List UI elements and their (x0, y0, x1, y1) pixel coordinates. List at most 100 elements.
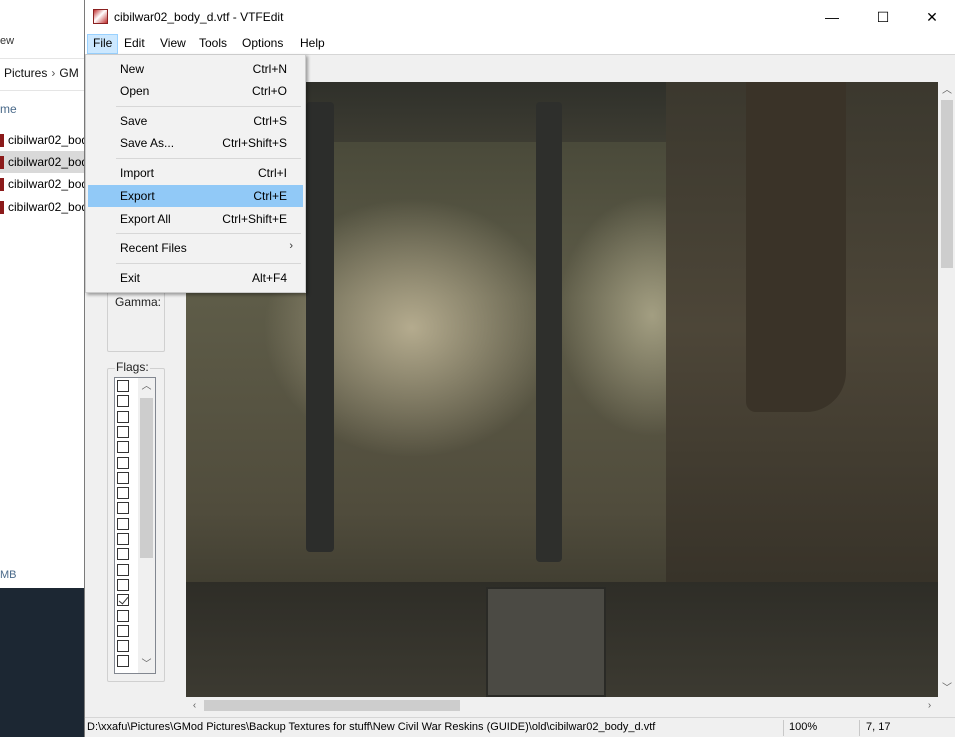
menu-item-shortcut: Ctrl+I (257, 166, 287, 180)
menu-item-export[interactable]: Export Ctrl+E (88, 185, 303, 207)
flag-checkbox[interactable] (117, 548, 129, 561)
menu-item-label: Export All (120, 212, 171, 226)
scroll-right-arrow-icon[interactable]: › (921, 697, 938, 714)
vtfedit-app-icon (93, 9, 108, 24)
explorer-menu-fragment[interactable]: ew (0, 35, 14, 47)
menu-separator (116, 233, 301, 234)
scroll-up-arrow-icon[interactable]: ︿ (138, 378, 155, 395)
menu-item-export-all[interactable]: Export All Ctrl+Shift+E (88, 208, 303, 230)
menu-item-shortcut: Ctrl+S (253, 114, 287, 128)
file-list-item[interactable]: cibilwar02_body (0, 173, 84, 195)
background-explorer-window: ew Pictures ›GM me cibilwar02_body cibilw… (0, 0, 84, 588)
menu-item-shortcut: Ctrl+Shift+S (222, 136, 287, 150)
menu-item-new[interactable]: New Ctrl+N (88, 58, 303, 80)
flags-scrollbar[interactable]: ︿ ﹀ (138, 378, 155, 673)
flag-checkbox-row[interactable] (117, 517, 131, 531)
flag-checkbox[interactable] (117, 425, 129, 438)
minimize-button[interactable]: — (809, 0, 855, 34)
menu-item-save-as[interactable]: Save As... Ctrl+Shift+S (88, 132, 303, 154)
file-name: cibilwar02_body (8, 177, 84, 191)
flag-checkbox-row[interactable] (117, 563, 131, 577)
flag-checkbox[interactable] (117, 395, 129, 408)
flags-checklist[interactable]: ︿ ﹀ (114, 377, 156, 674)
flag-checkbox[interactable] (117, 410, 129, 423)
flag-checkbox[interactable] (117, 578, 129, 591)
flag-checkbox[interactable] (117, 533, 129, 545)
menu-item-label: Export (120, 189, 155, 203)
menu-item-exit[interactable]: Exit Alt+F4 (88, 267, 303, 289)
explorer-divider (0, 90, 84, 91)
flag-checkbox[interactable] (117, 563, 129, 576)
explorer-divider (0, 58, 84, 59)
flag-checkbox-row[interactable] (117, 456, 131, 470)
column-header-name[interactable]: me (0, 102, 17, 116)
file-list-item[interactable]: cibilwar02_body (0, 196, 84, 218)
flag-checkbox-row[interactable] (117, 502, 131, 515)
menu-options[interactable]: Options (237, 34, 288, 54)
flag-checkbox-row[interactable] (117, 609, 131, 623)
flag-checkbox-row[interactable] (117, 548, 131, 561)
scroll-up-arrow-icon[interactable]: ︿ (938, 82, 955, 99)
flag-checkbox[interactable] (117, 517, 129, 530)
flag-checkbox-row[interactable] (117, 380, 131, 393)
close-button[interactable]: ✕ (909, 0, 955, 34)
flag-checkbox-row[interactable] (117, 487, 131, 500)
chevron-right-icon: › (51, 66, 56, 80)
maximize-button[interactable]: ☐ (860, 0, 906, 34)
menu-item-import[interactable]: Import Ctrl+I (88, 162, 303, 184)
file-list-item[interactable]: cibilwar02_body (0, 151, 84, 173)
menu-item-shortcut: Ctrl+O (251, 84, 287, 98)
scrollbar-thumb[interactable] (204, 700, 460, 711)
status-divider (783, 720, 784, 736)
menu-item-shortcut: Ctrl+E (253, 189, 287, 203)
menu-item-recent-files[interactable]: Recent Files › (88, 237, 303, 259)
scroll-down-arrow-icon[interactable]: ﹀ (138, 656, 155, 673)
menu-help[interactable]: Help (295, 34, 330, 54)
scrollbar-thumb[interactable] (941, 100, 953, 268)
preview-vertical-scrollbar[interactable]: ︿ ﹀ (938, 82, 955, 697)
flag-checkbox[interactable] (117, 609, 129, 622)
breadcrumb[interactable]: Pictures › GM (4, 66, 79, 80)
flag-checkbox-row[interactable] (117, 624, 131, 638)
scrollbar-thumb[interactable] (140, 398, 153, 558)
flag-checkbox[interactable] (117, 487, 129, 500)
title-bar[interactable]: cibilwar02_body_d.vtf - VTFEdit — ☐ ✕ (85, 0, 955, 34)
flag-checkbox-row[interactable] (117, 578, 131, 592)
flag-checkbox-row[interactable] (117, 395, 131, 408)
menu-item-shortcut: Ctrl+N (252, 62, 287, 76)
flag-checkbox-row[interactable] (117, 410, 131, 424)
flag-checkbox[interactable] (117, 594, 129, 607)
scroll-down-arrow-icon[interactable]: ﹀ (938, 680, 955, 697)
breadcrumb-item[interactable]: GM (59, 66, 78, 80)
menu-tools[interactable]: Tools (194, 34, 232, 54)
preview-horizontal-scrollbar[interactable]: ‹ › (186, 697, 938, 714)
flag-checkbox[interactable] (117, 624, 129, 637)
flag-checkbox-row[interactable] (117, 425, 131, 439)
flag-checkbox[interactable] (117, 441, 129, 454)
flag-checkbox[interactable] (117, 640, 129, 653)
flag-checkbox[interactable] (117, 502, 129, 515)
menu-item-open[interactable]: Open Ctrl+O (88, 80, 303, 102)
file-list-item[interactable]: cibilwar02_body (0, 129, 84, 151)
flag-checkbox-row[interactable] (117, 594, 131, 607)
flag-checkbox-row[interactable] (117, 640, 131, 653)
menu-item-save[interactable]: Save Ctrl+S (88, 110, 303, 132)
menu-file[interactable]: File (87, 34, 119, 54)
vtf-file-icon (0, 200, 4, 214)
flag-checkbox-row[interactable] (117, 441, 131, 454)
breadcrumb-item[interactable]: Pictures (4, 66, 47, 80)
scroll-left-arrow-icon[interactable]: ‹ (186, 697, 203, 714)
flag-checkbox-row[interactable] (117, 533, 131, 546)
window-title: cibilwar02_body_d.vtf - VTFEdit (114, 10, 284, 24)
flag-checkbox[interactable] (117, 380, 129, 392)
flag-checkbox[interactable] (117, 456, 129, 469)
menu-view[interactable]: View (155, 34, 191, 54)
gamma-label: Gamma: (115, 295, 162, 309)
file-name: cibilwar02_body (8, 200, 84, 214)
flag-checkbox[interactable] (117, 471, 129, 484)
flag-checkbox[interactable] (117, 655, 129, 668)
flag-checkbox-row[interactable] (117, 471, 131, 485)
explorer-size-fragment: MB (0, 569, 17, 581)
menu-edit[interactable]: Edit (119, 34, 150, 54)
flag-checkbox-row[interactable] (117, 655, 131, 668)
